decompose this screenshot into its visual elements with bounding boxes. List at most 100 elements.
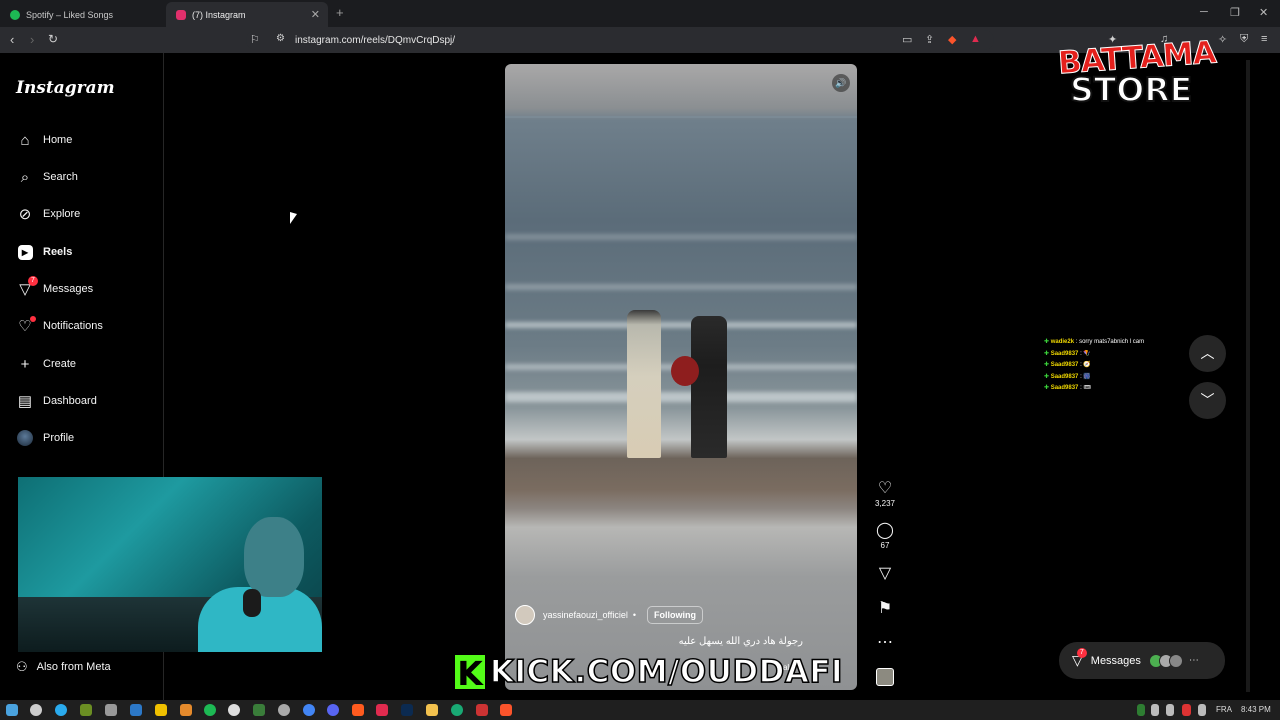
address-bar[interactable]: ⚐ ⚙ instagram.com/reels/DQmvCrqDspj/: [246, 30, 994, 50]
also-from-meta[interactable]: ⚇ Also from Meta: [16, 659, 111, 675]
app-icon[interactable]: [130, 704, 142, 716]
share-icon[interactable]: ⇪: [925, 33, 934, 46]
network-icon[interactable]: [1151, 704, 1159, 716]
spotify-icon[interactable]: [204, 704, 216, 716]
tray-icon[interactable]: [1137, 704, 1145, 716]
file-explorer-icon[interactable]: [426, 704, 438, 716]
brave-shield-icon[interactable]: ◆: [948, 33, 956, 46]
wave: [505, 234, 857, 240]
reel-caption[interactable]: رجولة هاد دري الله يسهل عليه: [679, 636, 803, 647]
messenger-icon: ▽ 7: [1072, 648, 1087, 669]
app-icon[interactable]: [451, 704, 463, 716]
sidebar-item-messages[interactable]: ▽ 7 Messages: [16, 276, 94, 301]
streamer-head: [244, 517, 304, 597]
sidebar-item-notifications[interactable]: ♡ Notifications: [16, 314, 103, 338]
url-text[interactable]: instagram.com/reels/DQmvCrqDspj/: [295, 35, 455, 46]
share-button[interactable]: ▽: [870, 565, 900, 583]
sidebar-item-label: Messages: [43, 283, 94, 295]
next-reel-button[interactable]: ﹀: [1189, 382, 1226, 419]
comment-count: 67: [880, 541, 890, 550]
sidebar-item-label: Dashboard: [43, 395, 97, 407]
sidebar-item-search[interactable]: ⌕ Search: [16, 165, 78, 189]
page-scrollbar[interactable]: [1246, 60, 1250, 692]
instagram-logo[interactable]: Instagram: [16, 78, 115, 98]
kick-channel-overlay: K KICK.COM/OUDDAFI: [453, 652, 844, 693]
sidebar-item-dashboard[interactable]: ▤ Dashboard: [16, 389, 97, 413]
instagram-icon: [176, 9, 186, 20]
sidebar-item-create[interactable]: + Create: [16, 352, 76, 376]
app-icon[interactable]: [155, 704, 167, 716]
more-options-button[interactable]: ⋯: [870, 634, 900, 652]
search-icon[interactable]: [30, 704, 42, 716]
following-button[interactable]: Following: [647, 606, 704, 624]
app-icon[interactable]: [105, 704, 117, 716]
mouse-cursor: [290, 212, 297, 224]
close-tab-icon[interactable]: ✕: [311, 8, 320, 21]
new-tab-button[interactable]: +: [336, 5, 344, 20]
reload-button[interactable]: ↻: [48, 32, 58, 46]
sidebar-item-home[interactable]: ⌂ Home: [16, 128, 72, 152]
sidebar-item-label: Profile: [43, 432, 75, 444]
microphone: [243, 589, 261, 617]
messages-pill[interactable]: ▽ 7 Messages ⋯: [1059, 642, 1225, 679]
previous-reel-button[interactable]: ︿: [1189, 335, 1226, 372]
stream-chat-overlay: ✚ wadie2k : sorry mats7abnich l cam ✚ Sa…: [1044, 337, 1194, 395]
volume-icon[interactable]: [1166, 704, 1174, 716]
back-button[interactable]: ‹: [10, 32, 14, 47]
cast-icon[interactable]: ▭: [902, 33, 912, 46]
app-icon[interactable]: [352, 704, 364, 716]
brave-icon[interactable]: [500, 704, 512, 716]
input-language[interactable]: FRA: [1216, 705, 1232, 714]
site-settings-icon[interactable]: ⚙: [276, 33, 285, 44]
volume-icon[interactable]: 🔊: [832, 74, 850, 92]
close-window-button[interactable]: ✕: [1259, 6, 1268, 19]
tab-instagram[interactable]: (7) Instagram ✕: [166, 2, 328, 27]
app-icon[interactable]: [253, 704, 265, 716]
more-icon[interactable]: ⋯: [1189, 655, 1199, 666]
bookmark-icon[interactable]: ⚐: [250, 33, 260, 46]
brave-rewards-icon[interactable]: ▲: [970, 33, 981, 45]
chrome-icon[interactable]: [303, 704, 315, 716]
app-icon[interactable]: [80, 704, 92, 716]
app-icon[interactable]: [180, 704, 192, 716]
reel-author[interactable]: yassinefaouzi_officiel • Following: [515, 605, 704, 625]
dashboard-icon: ▤: [17, 393, 33, 410]
like-button[interactable]: ♡ 3,237: [870, 480, 900, 508]
app-icon[interactable]: [278, 704, 290, 716]
start-icon[interactable]: [6, 704, 18, 716]
kick-url: KICK.COM/OUDDAFI: [489, 653, 844, 691]
comment-button[interactable]: ◯ 67: [870, 522, 900, 550]
minimize-button[interactable]: ─: [1200, 6, 1208, 18]
save-button[interactable]: ⚑: [870, 600, 900, 618]
chat-message: ✚ wadie2k : sorry mats7abnich l cam: [1044, 339, 1145, 345]
telegram-icon[interactable]: [55, 704, 67, 716]
app-icon[interactable]: [228, 704, 240, 716]
clock[interactable]: 8:43 PM: [1241, 705, 1271, 714]
app-icon[interactable]: [476, 704, 488, 716]
spotify-icon: [10, 9, 20, 20]
reel-video[interactable]: 🔊 yassinefaouzi_officiel • Following رجو…: [505, 64, 857, 690]
horizon: [505, 116, 857, 118]
photoshop-icon[interactable]: [401, 704, 413, 716]
store-logo-overlay: BATTAMA STORE: [1056, 34, 1217, 110]
vpn-icon[interactable]: ⛨: [1240, 33, 1248, 46]
notification-dot: [30, 316, 36, 322]
tab-spotify[interactable]: Spotify – Liked Songs: [0, 2, 166, 27]
heart-icon: ♡: [877, 480, 893, 497]
audio-button[interactable]: [870, 668, 900, 686]
author-avatar[interactable]: [515, 605, 535, 625]
app-icon[interactable]: [376, 704, 388, 716]
menu-icon[interactable]: ≡: [1261, 33, 1267, 45]
discord-icon[interactable]: [327, 704, 339, 716]
browser-tab-bar: Spotify – Liked Songs (7) Instagram ✕ + …: [0, 0, 1280, 27]
maximize-button[interactable]: ❐: [1230, 6, 1240, 19]
flower-bouquet: [671, 356, 699, 386]
speaker-icon[interactable]: [1198, 704, 1206, 716]
forward-button[interactable]: ›: [30, 32, 34, 47]
sidebar-item-explore[interactable]: ⊘ Explore: [16, 202, 81, 226]
author-username[interactable]: yassinefaouzi_officiel: [543, 610, 628, 620]
tab-title: (7) Instagram: [192, 9, 246, 20]
sidebar-item-reels[interactable]: ▶ Reels: [16, 240, 72, 264]
sidebar-item-profile[interactable]: Profile: [16, 426, 74, 450]
tray-icon[interactable]: [1182, 704, 1191, 716]
